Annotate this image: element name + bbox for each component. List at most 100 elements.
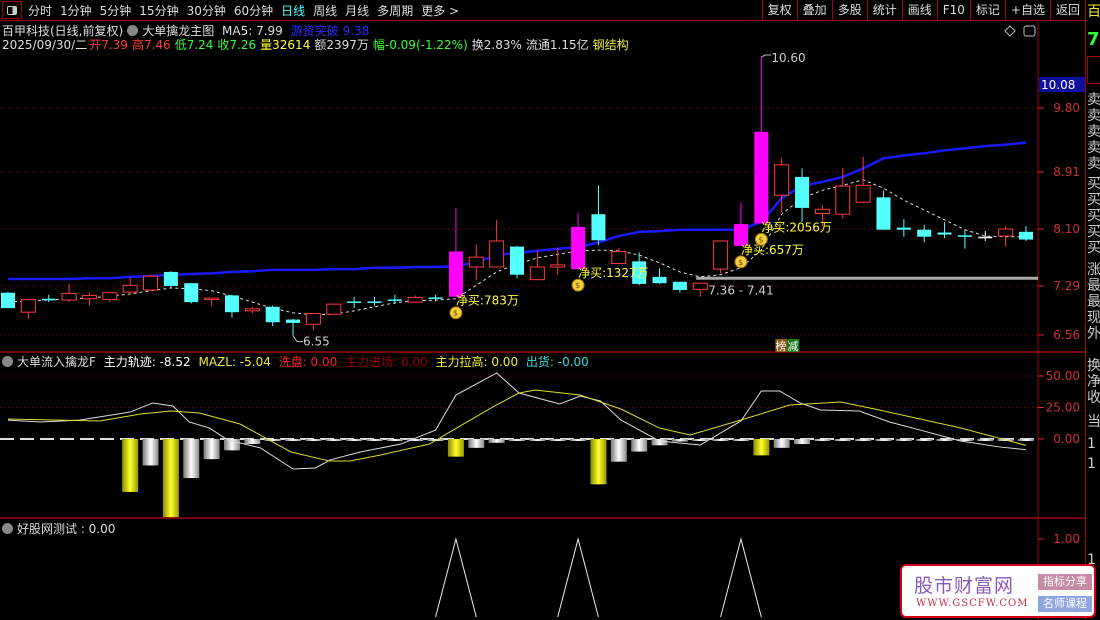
candle [672,281,687,293]
candle [754,57,769,224]
white-bar [366,439,383,441]
white-bar [346,439,363,441]
sidebar-label: 买 [1087,208,1100,224]
indicator-title[interactable]: 大单流入擒龙F [17,355,96,369]
test-tick-label: 1.00 [1053,532,1080,546]
candle-body [41,298,56,301]
price-tick-label: 7.29 [1053,279,1080,293]
candle [41,294,56,303]
candle-body [896,227,911,230]
courses-button[interactable]: 名师课程 [1038,596,1092,612]
candle-body [326,303,342,315]
white-bar [509,439,525,441]
test-legend: 好股网测试 : 0.00 [2,520,119,537]
candle-body [510,246,524,275]
chart-canvas[interactable]: 6.56 7.29 8.10 8.91 9.80 10.08 10.60 6.55 7.36 -… [0,0,1085,620]
net-buy-label: 净买:2056万 [761,220,832,234]
candle-body [795,176,810,208]
indicator-tick-label: 0.00 [1053,432,1080,446]
white-bar [936,439,953,441]
tag-label: 榜 [775,339,786,353]
white-bar [570,439,587,441]
candle [163,271,178,289]
tag-label: 减 [787,340,798,353]
candle-body [143,275,159,291]
candle [692,282,708,297]
chevron-down-icon[interactable] [2,356,13,367]
candle-body [529,266,545,281]
price-tick-label: 8.91 [1053,165,1080,179]
candle [326,303,342,315]
candle-body [468,256,484,268]
white-bar [712,439,729,441]
watermark-url: WWW.GSCFW.COM [916,598,1029,609]
indicator-tick-label: 25.00 [1046,401,1080,415]
test-peak-line [435,537,477,618]
candle-body [550,264,566,268]
candle-body [122,284,138,293]
net-buy-label: 净买:657万 [741,243,804,257]
mazl-value: MAZL: -5.04 [198,355,271,369]
candle-body [367,301,382,303]
white-bar [855,439,872,441]
white-bar [386,439,403,441]
candle [998,226,1014,247]
white-bar [142,439,159,466]
candle [876,190,891,230]
price-tick-label: 9.80 [1053,101,1080,115]
candle [448,207,463,297]
main-track-value: 主力轨迹: -8.52 [103,355,191,369]
candle [510,245,524,279]
candle [122,276,138,294]
white-bar [325,439,342,441]
money-bag-icon: $ [738,258,743,267]
sidebar-label: 当 [1087,414,1100,430]
candle [855,156,871,203]
candle-body [102,292,118,300]
sidebar-label: 最 [1087,278,1100,294]
white-bar [203,439,220,460]
white-bar [773,439,790,448]
candle-body [1019,231,1033,240]
white-bar [305,439,322,441]
extreme-label: 6.55 [303,335,330,349]
sidebar-label: 卖 [1087,156,1100,172]
test-peak-line [720,537,762,618]
white-bar [631,439,648,452]
white-bar [834,439,851,441]
white-bar [732,439,749,441]
test-title[interactable]: 好股网测试 : 0.00 [17,522,115,536]
candle-body [428,297,443,299]
white-bar [875,439,892,441]
candle-body [224,295,239,313]
candle [733,202,748,246]
candle [407,295,423,303]
candle [367,296,382,307]
candle-body [814,208,830,215]
candle [347,296,362,309]
candle [917,224,932,243]
candle [20,298,36,319]
indicator-share-button[interactable]: 指标分享 [1038,574,1092,590]
candle [550,248,566,275]
mazl-line [7,389,1027,462]
candle-body [591,214,606,241]
candle-body [672,281,687,291]
price-tick-label: 6.56 [1053,328,1080,342]
candle-body [163,271,178,286]
money-bag-icon: $ [758,235,763,244]
white-bar [285,439,302,441]
indicator-tick-label: 50.00 [1046,369,1080,383]
gold-bar [753,439,770,456]
candle [224,294,239,318]
candle-body [347,301,362,303]
candle-body [1,292,15,309]
candle-body [855,184,871,203]
sidebar-label: 现 [1087,310,1100,326]
candle-body [754,131,769,224]
chevron-down-icon[interactable] [2,523,13,534]
candle [184,283,199,304]
indicator-legend: 大单流入擒龙F 主力轨迹: -8.52 MAZL: -5.04 洗盘: 0.00… [2,353,593,370]
watermark-title: 股市财富网 [914,575,1015,597]
wash-value: 洗盘: 0.00 [278,355,338,369]
